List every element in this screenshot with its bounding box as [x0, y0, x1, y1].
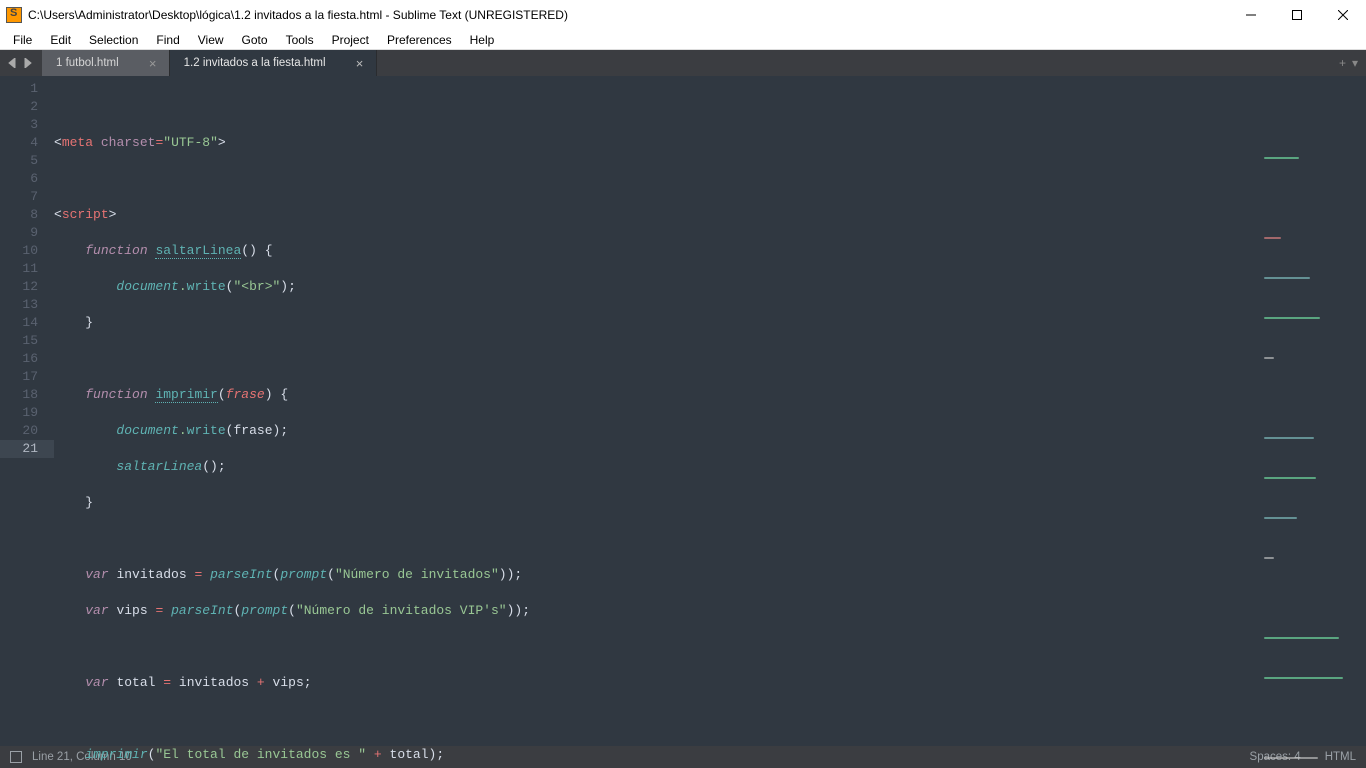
tab-invitados[interactable]: 1.2 invitados a la fiesta.html × [170, 50, 377, 76]
window-controls [1228, 0, 1366, 30]
panel-toggle-icon[interactable] [10, 751, 22, 763]
menu-edit[interactable]: Edit [41, 31, 80, 49]
line-number: 14 [0, 314, 54, 332]
tab-actions: + ▾ [1339, 56, 1366, 70]
line-number: 9 [0, 224, 54, 242]
minimap[interactable] [1264, 80, 1360, 160]
close-icon[interactable]: × [147, 56, 159, 71]
tab-bar: 1 futbol.html × 1.2 invitados a la fiest… [0, 50, 1366, 76]
line-number: 3 [0, 116, 54, 134]
nav-history [0, 57, 42, 69]
app-icon [6, 7, 22, 23]
tab-futbol[interactable]: 1 futbol.html × [42, 50, 170, 76]
nav-forward-icon[interactable] [22, 57, 34, 69]
close-icon[interactable]: × [354, 56, 366, 71]
nav-back-icon[interactable] [8, 57, 20, 69]
line-number: 8 [0, 206, 54, 224]
line-number: 11 [0, 260, 54, 278]
line-number: 20 [0, 422, 54, 440]
titlebar: C:\Users\Administrator\Desktop\lógica\1.… [0, 0, 1366, 30]
line-number: 10 [0, 242, 54, 260]
tab-label: 1.2 invitados a la fiesta.html [184, 57, 326, 69]
line-number: 5 [0, 152, 54, 170]
tabs: 1 futbol.html × 1.2 invitados a la fiest… [42, 50, 1339, 76]
line-number: 2 [0, 98, 54, 116]
menu-tools[interactable]: Tools [277, 31, 323, 49]
line-number: 21 [0, 440, 54, 458]
line-number: 1 [0, 80, 54, 98]
menu-preferences[interactable]: Preferences [378, 31, 461, 49]
menu-help[interactable]: Help [461, 31, 504, 49]
menubar: File Edit Selection Find View Goto Tools… [0, 30, 1366, 50]
code-area[interactable]: <meta charset="UTF-8"> <script> function… [54, 76, 1366, 746]
line-number: 18 [0, 386, 54, 404]
menu-selection[interactable]: Selection [80, 31, 147, 49]
line-number: 7 [0, 188, 54, 206]
menu-view[interactable]: View [189, 31, 233, 49]
line-number: 13 [0, 296, 54, 314]
line-number: 4 [0, 134, 54, 152]
line-number: 6 [0, 170, 54, 188]
tab-menu-icon[interactable]: ▾ [1352, 56, 1358, 70]
menu-project[interactable]: Project [323, 31, 378, 49]
maximize-button[interactable] [1274, 0, 1320, 30]
menu-find[interactable]: Find [147, 31, 188, 49]
line-number: 17 [0, 368, 54, 386]
line-number: 12 [0, 278, 54, 296]
line-gutter: 1 2 3 4 5 6 7 8 9 10 11 12 13 14 15 16 1… [0, 76, 54, 746]
close-button[interactable] [1320, 0, 1366, 30]
new-tab-icon[interactable]: + [1339, 56, 1346, 70]
menu-file[interactable]: File [4, 31, 41, 49]
window-title: C:\Users\Administrator\Desktop\lógica\1.… [28, 8, 1228, 22]
line-number: 15 [0, 332, 54, 350]
menu-goto[interactable]: Goto [233, 31, 277, 49]
line-number: 19 [0, 404, 54, 422]
minimize-button[interactable] [1228, 0, 1274, 30]
line-number: 16 [0, 350, 54, 368]
editor[interactable]: 1 2 3 4 5 6 7 8 9 10 11 12 13 14 15 16 1… [0, 76, 1366, 746]
tab-label: 1 futbol.html [56, 57, 119, 69]
